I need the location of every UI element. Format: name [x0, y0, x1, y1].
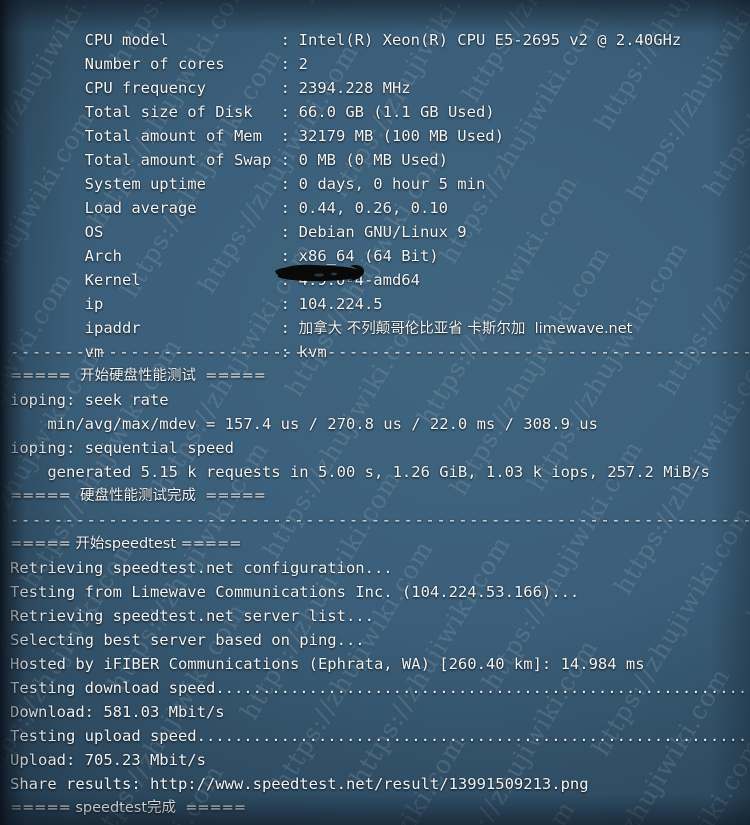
row-colon: : — [280, 223, 290, 241]
row-value: 4.9.0-4-amd64 — [298, 271, 420, 289]
row-key: Total amount of Mem — [84, 127, 262, 145]
row-key: Total amount of Swap — [84, 151, 272, 169]
disk-test-line: ioping: sequential speed — [10, 439, 234, 457]
row-colon: : — [280, 295, 290, 313]
row-key: OS — [84, 223, 104, 241]
row-value: 0 days, 0 hour 5 min — [298, 175, 486, 193]
row-colon: : — [280, 127, 290, 145]
row-colon: : — [280, 151, 290, 169]
row-colon: : — [280, 199, 290, 217]
row-value: 32179 MB (100 MB Used) — [298, 127, 504, 145]
row-value: 2394.228 MHz — [298, 79, 411, 97]
disk-test-block: ----------------------------------------… — [10, 340, 750, 532]
disk-test-line: min/avg/max/mdev = 157.4 us / 270.8 us /… — [10, 415, 598, 433]
upload-progress-line: Testing upload speed....................… — [10, 724, 750, 748]
row-value: 0.44, 0.26, 0.10 — [298, 199, 448, 217]
row-value: x86_64 (64 Bit) — [298, 247, 439, 265]
row-colon: : — [280, 319, 290, 337]
row-value: Intel(R) Xeon(R) CPU E5-2695 v2 @ 2.40GH… — [298, 31, 682, 49]
row-value: 2 — [298, 55, 308, 73]
row-value: 0 MB (0 MB Used) — [298, 151, 448, 169]
terminal-console: CPU model: Intel(R) Xeon(R) CPU E5-2695 v… — [0, 0, 750, 820]
row-key: Number of cores — [84, 55, 225, 73]
disk-test-header: ===== 开始硬盘性能测试 ===== — [10, 368, 266, 384]
disk-test-line: generated 5.15 k requests in 5.00 s, 1.2… — [10, 463, 710, 481]
speedtest-line: Retrieving speedtest.net server list... — [10, 607, 374, 625]
upload-result: Upload: 705.23 Mbit/s — [10, 751, 206, 769]
row-key: System uptime — [84, 175, 206, 193]
row-value: 加拿大 不列颠哥伦比亚省 卡斯尔加 limewave.net — [298, 321, 633, 337]
speedtest-header: ===== 开始speedtest ===== — [10, 536, 242, 552]
speedtest-footer: ===== speedtest完成 ===== — [10, 800, 246, 816]
row-key: Kernel — [84, 271, 141, 289]
speedtest-line: Testing from Limewave Communications Inc… — [10, 583, 580, 601]
row-key: CPU frequency — [84, 79, 206, 97]
row-key: Arch — [84, 247, 122, 265]
row-key: ip — [84, 295, 104, 313]
download-progress-line: Testing download speed..................… — [10, 676, 750, 700]
speedtest-line: Retrieving speedtest.net configuration..… — [10, 559, 393, 577]
download-result: Download: 581.03 Mbit/s — [10, 703, 225, 721]
row-value: 66.0 GB (1.1 GB Used) — [298, 103, 495, 121]
separator-line: ----------------------------------------… — [10, 343, 750, 361]
system-info-block: CPU model: Intel(R) Xeon(R) CPU E5-2695 v… — [10, 4, 750, 361]
download-progress-label: Testing download speed — [10, 679, 216, 697]
row-colon: : — [280, 175, 290, 193]
row-key: Total size of Disk — [84, 103, 253, 121]
row-colon: : — [280, 79, 290, 97]
row-colon: : — [280, 247, 290, 265]
row-key: CPU model — [84, 31, 169, 49]
progress-dots: ........................................… — [196, 727, 750, 745]
row-colon: : — [280, 103, 290, 121]
speedtest-line: Selecting best server based on ping... — [10, 631, 365, 649]
row-key: ipaddr — [84, 319, 141, 337]
disk-test-footer: ===== 硬盘性能测试完成 ===== — [10, 488, 266, 504]
row-value-redacted: 104.224.5 — [298, 295, 383, 313]
speedtest-block: ===== 开始speedtest ===== Retrieving speed… — [10, 532, 750, 820]
terminal-screenshot: https://zhujiwiki.com https://zhujiwiki.c… — [0, 0, 750, 825]
separator-line: ----------------------------------------… — [10, 511, 750, 529]
row-colon: : — [280, 31, 290, 49]
speedtest-server-line: Hosted by iFIBER Communications (Ephrata… — [10, 655, 645, 673]
row-colon: : — [280, 271, 290, 289]
upload-progress-label: Testing upload speed — [10, 727, 197, 745]
table-row: CPU model: Intel(R) Xeon(R) CPU E5-2695 v… — [10, 4, 750, 49]
share-results-link[interactable]: Share results: http://www.speedtest.net/… — [10, 772, 750, 796]
row-value: Debian GNU/Linux 9 — [298, 223, 467, 241]
row-key: Load average — [84, 199, 197, 217]
disk-test-line: ioping: seek rate — [10, 391, 169, 409]
row-colon: : — [280, 55, 290, 73]
progress-dots: ........................................… — [215, 679, 750, 697]
